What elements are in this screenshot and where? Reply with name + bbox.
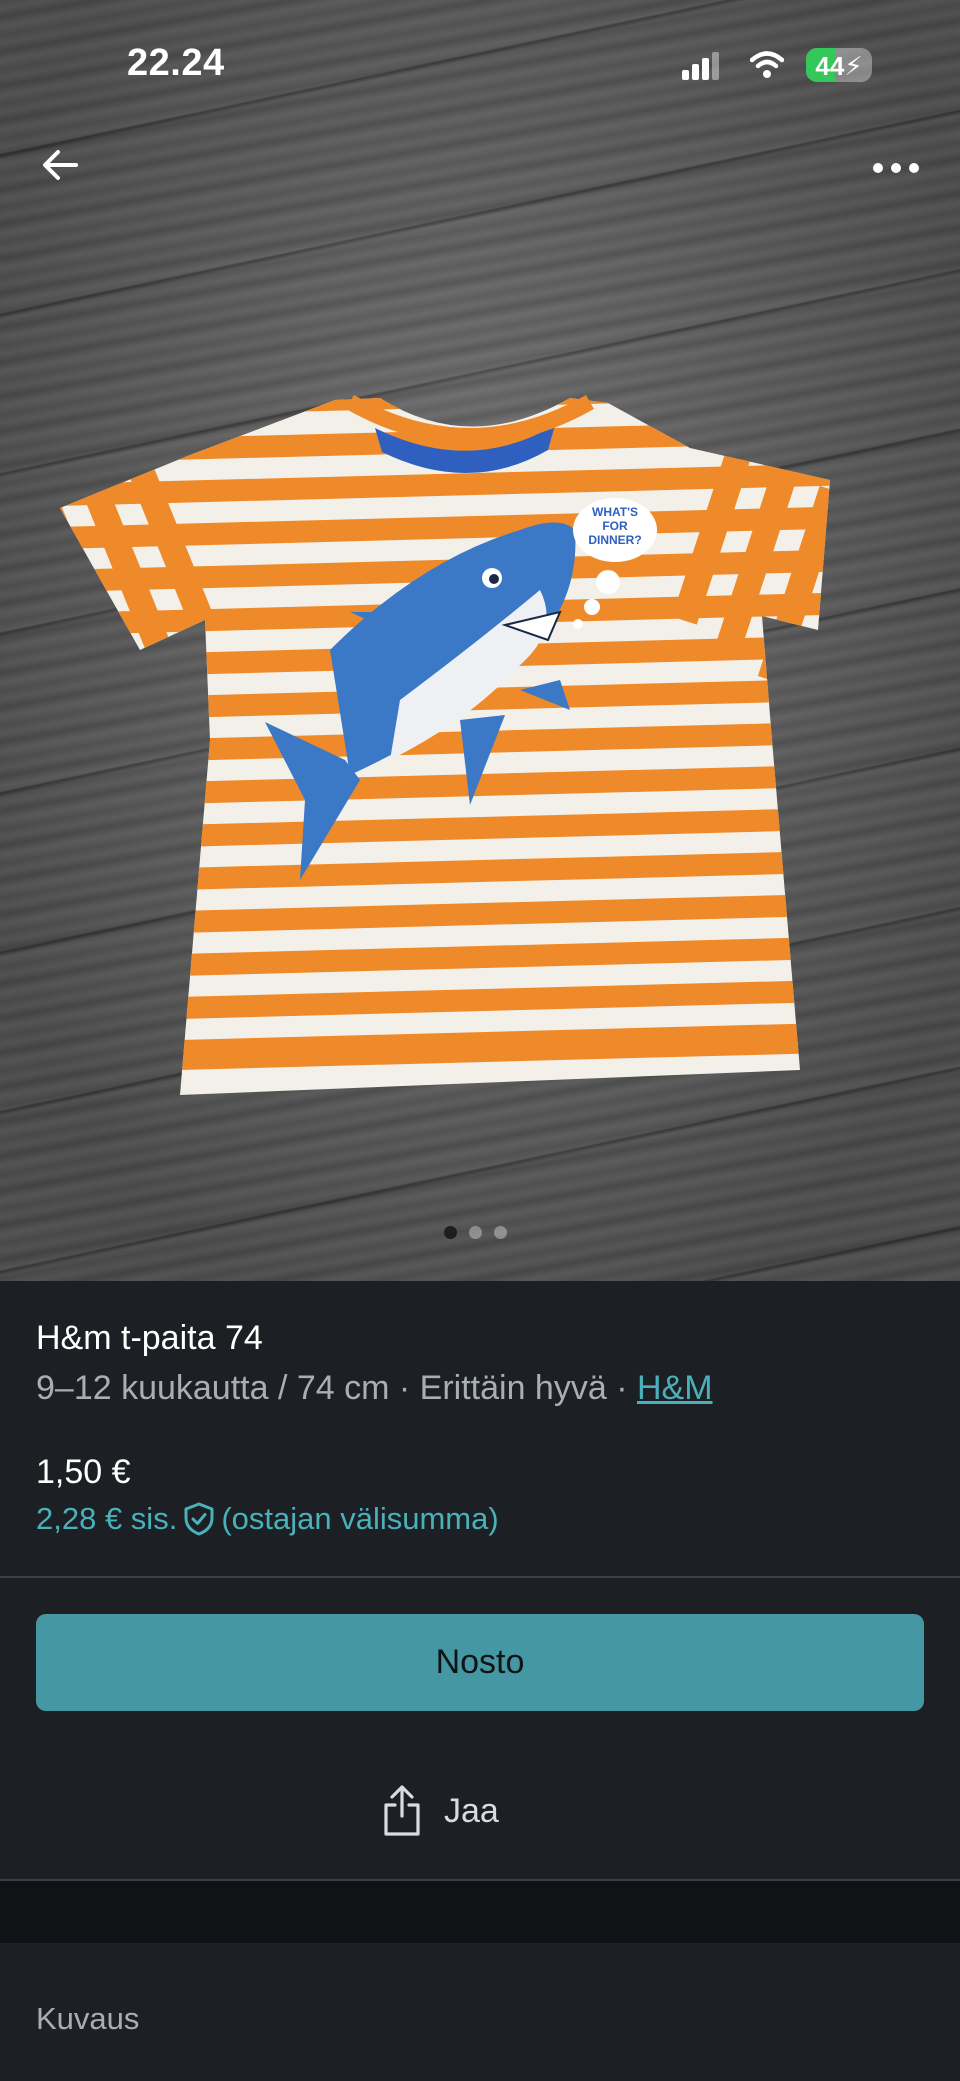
- shirt-print-line3: DINNER?: [588, 533, 641, 547]
- back-arrow-icon[interactable]: [36, 140, 86, 190]
- status-time: 22.24: [127, 42, 225, 84]
- item-title: H&m t-paita 74: [36, 1319, 263, 1357]
- price-incl-amount: 2,28 € sis.: [36, 1501, 178, 1536]
- pagination-dot[interactable]: [469, 1226, 482, 1239]
- section-gap: [0, 1881, 960, 1943]
- price-with-protection[interactable]: 2,28 € sis. (ostajan välisumma): [36, 1501, 499, 1537]
- wifi-icon: [750, 51, 784, 78]
- share-label: Jaa: [444, 1791, 499, 1830]
- battery-indicator: 44⚡: [806, 48, 872, 82]
- item-meta: 9–12 kuukautta / 74 cm · Erittäin hyvä ·…: [36, 1369, 713, 1408]
- status-bar: 22.24 44⚡: [0, 0, 960, 130]
- share-icon: [384, 1785, 420, 1836]
- brand-link[interactable]: H&M: [637, 1369, 713, 1407]
- t-shirt-image: WHAT'S FOR DINNER?: [60, 395, 830, 1095]
- shirt-print-line2: FOR: [602, 519, 628, 533]
- price-incl-note: (ostajan välisumma): [221, 1501, 499, 1536]
- pagination-dot[interactable]: [494, 1226, 507, 1239]
- shield-check-icon: [184, 1502, 214, 1536]
- meta-separator: ·: [606, 1369, 637, 1407]
- pagination-dot[interactable]: [444, 1226, 457, 1239]
- item-size: 9–12 kuukautta / 74 cm: [36, 1369, 390, 1407]
- more-options-icon[interactable]: [868, 150, 928, 186]
- gallery-pagination[interactable]: [444, 1226, 507, 1239]
- meta-separator: ·: [389, 1369, 420, 1407]
- share-button[interactable]: Jaa: [380, 1781, 499, 1841]
- item-condition: Erittäin hyvä: [419, 1369, 607, 1407]
- buy-button[interactable]: Nosto: [36, 1614, 924, 1711]
- item-price: 1,50 €: [36, 1453, 131, 1491]
- description-heading: Kuvaus: [36, 2001, 140, 2036]
- divider: [0, 1576, 960, 1578]
- battery-level-text: 44⚡: [815, 51, 863, 81]
- shirt-print-line1: WHAT'S: [592, 505, 638, 519]
- cellular-signal-icon: [682, 52, 719, 80]
- product-photo[interactable]: WHAT'S FOR DINNER? 22.24 44⚡: [0, 0, 960, 1281]
